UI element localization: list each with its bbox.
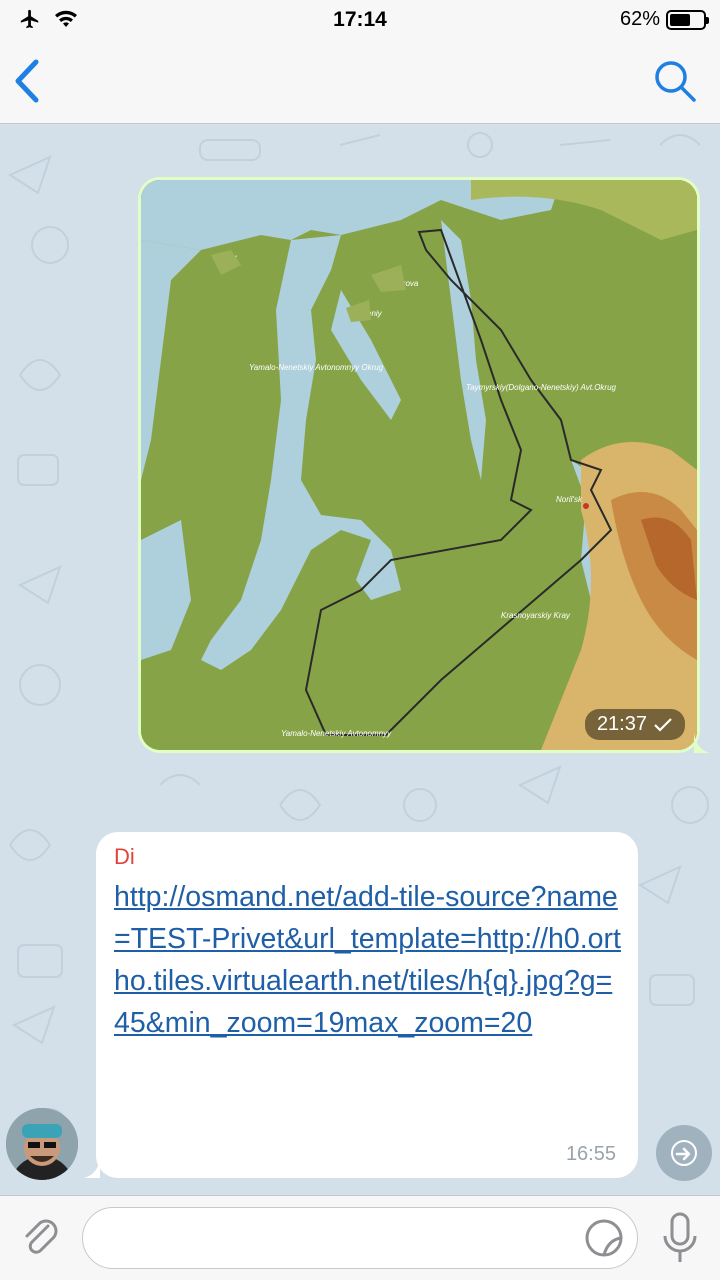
- battery-status: 62%: [619, 8, 709, 31]
- sticker-icon: [585, 1219, 623, 1257]
- image-time: 21:37: [596, 713, 647, 735]
- message-link[interactable]: http://osmand.net/add-tile-source?name=T…: [114, 876, 624, 1044]
- microphone-button[interactable]: [660, 1210, 700, 1266]
- map-image[interactable]: Yamalo-Nenetskiy Avtonomnyy Okrug Taymyr…: [141, 180, 697, 750]
- bubble-tail: [84, 1158, 100, 1178]
- avatar[interactable]: [6, 1108, 78, 1180]
- image-timestamp: 21:37: [584, 709, 685, 740]
- bubble-tail: [694, 733, 710, 753]
- user-avatar-image: [6, 1108, 78, 1180]
- norilsk-marker: [583, 503, 589, 509]
- microphone-icon: [663, 1212, 697, 1262]
- share-button[interactable]: [656, 1125, 712, 1181]
- image-message-bubble[interactable]: Yamalo-Nenetskiy Avtonomnyy Okrug Taymyr…: [138, 177, 710, 753]
- back-button[interactable]: [10, 56, 50, 106]
- map-label-yamalo: Yamalo-Nenetskiy Avtonomnyy Okrug: [249, 363, 384, 372]
- attach-button[interactable]: [18, 1214, 64, 1260]
- battery-percent: 62%: [619, 8, 660, 30]
- sender-name[interactable]: Di: [114, 844, 620, 870]
- text-message-bubble[interactable]: Di http://osmand.net/add-tile-source?nam…: [84, 832, 638, 1178]
- message-time: 16:55: [565, 1143, 616, 1165]
- input-bar: [0, 1195, 720, 1280]
- battery-fill: [670, 13, 690, 26]
- chat-area[interactable]: Yamalo-Nenetskiy Avtonomnyy Okrug Taymyr…: [0, 125, 720, 1195]
- map-label-krasnoyarsk: Krasnoyarskiy Kray: [501, 611, 571, 620]
- search-button[interactable]: [652, 58, 698, 104]
- map-label-yamalo-bottom: Yamalo-Nenetskiy Avtonomnyy: [281, 729, 392, 738]
- battery-icon: [666, 9, 709, 30]
- map-label-norilsk: Noril'sk: [556, 495, 583, 504]
- map-graphic: Yamalo-Nenetskiy Avtonomnyy Okrug Taymyr…: [141, 180, 697, 750]
- message-input[interactable]: [82, 1207, 638, 1269]
- paperclip-icon: [25, 1219, 58, 1254]
- checkmark-icon: [654, 717, 672, 732]
- sticker-button[interactable]: [582, 1216, 626, 1260]
- chevron-left-icon: [15, 59, 39, 103]
- nav-bar: [0, 40, 720, 124]
- map-label-taymyr: Taymyrskiy(Dolgano-Nenetskiy) Avt.Okrug: [466, 383, 617, 392]
- clock: 17:14: [333, 8, 387, 31]
- forward-icon: [671, 1140, 697, 1166]
- search-icon: [655, 61, 696, 102]
- status-bar: 17:14 62%: [0, 0, 720, 40]
